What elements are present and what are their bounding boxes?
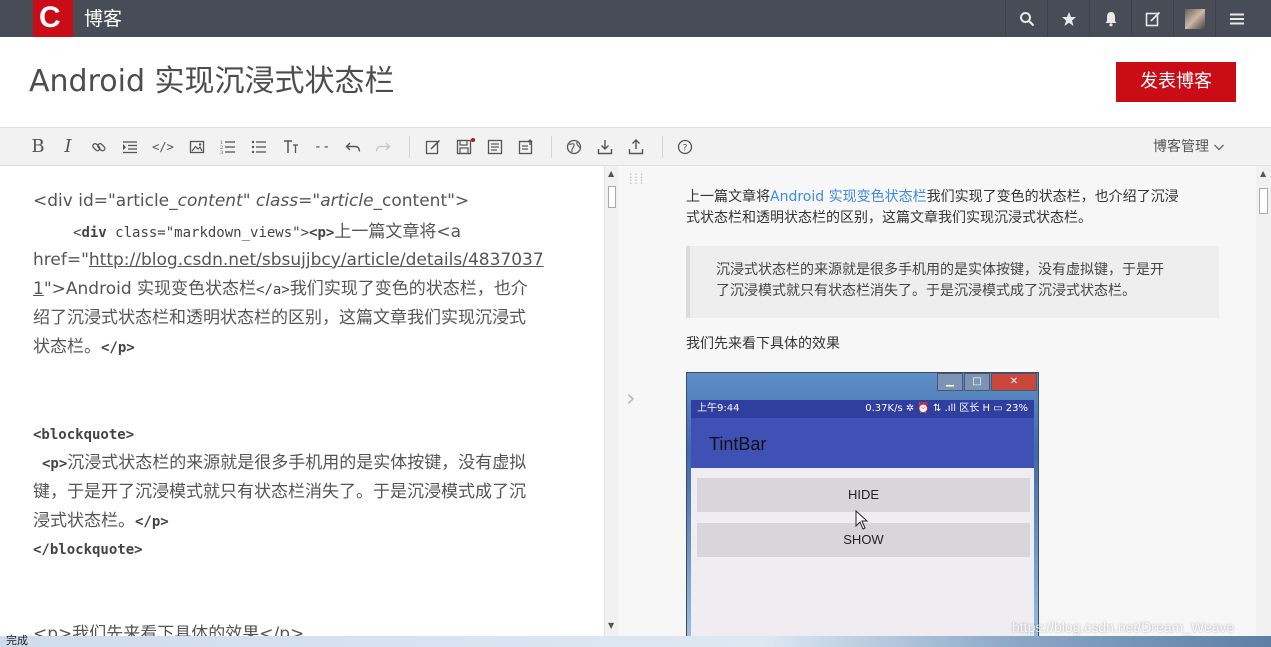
menu-icon[interactable] xyxy=(1215,0,1257,37)
save-icon[interactable] xyxy=(453,136,475,158)
help-glyph: ? xyxy=(683,144,688,154)
blog-manage-dropdown[interactable]: 博客管理 xyxy=(1153,137,1225,157)
editor-toolbar: B I </> 123 -- ? 博客管理 xyxy=(0,127,1271,166)
top-icon-group xyxy=(1005,0,1257,37)
download-icon[interactable] xyxy=(594,136,616,158)
scroll-up-icon[interactable]: ▲ xyxy=(1260,170,1266,178)
indent-icon[interactable] xyxy=(119,136,141,158)
editor-line: <div class="markdown_views"><p>上一篇文章将<a xyxy=(73,222,461,242)
edit-icon[interactable] xyxy=(1131,0,1173,37)
phone-screen: 上午9:44 0.37K/s ✲ ⏰ ⇅ .ıll 区长 H ▭ 23% Tin… xyxy=(691,400,1034,636)
editor-line: 状态栏。</p> xyxy=(33,337,135,357)
search-icon[interactable] xyxy=(1005,0,1047,37)
undo-icon[interactable] xyxy=(342,136,364,158)
chevron-right-icon[interactable]: › xyxy=(626,386,636,410)
svg-text:3: 3 xyxy=(220,150,223,155)
scroll-up-icon[interactable]: ▲ xyxy=(608,170,614,178)
preview-pane: 上一篇文章将Android 实现变色状态栏我们实现了变色的状态栏，也介绍了沉浸 … xyxy=(650,166,1256,636)
unsaved-dot xyxy=(471,138,475,142)
preview-paragraph: 上一篇文章将Android 实现变色状态栏我们实现了变色的状态栏，也介绍了沉浸 … xyxy=(686,189,1179,226)
markdown-editor[interactable]: <div id="article_content" class="article… xyxy=(0,166,604,636)
code-button[interactable]: </> xyxy=(152,136,174,158)
star-icon[interactable] xyxy=(1047,0,1089,37)
phone-app-title: TintBar xyxy=(709,434,767,454)
mouse-cursor-icon xyxy=(855,510,869,530)
scrollbar-thumb[interactable] xyxy=(1259,188,1268,214)
browser-status-bar: 完成 xyxy=(0,634,1271,647)
status-text: 完成 xyxy=(6,634,28,647)
blog-manage-label: 博客管理 xyxy=(1153,139,1209,155)
preview-paragraph: 我们先来看下具体的效果 xyxy=(686,336,840,352)
pane-splitter[interactable]: :::::: › xyxy=(618,166,650,636)
editor-line: <div id="article_content" class="article… xyxy=(33,191,470,211)
editor-line: 键，于是开了沉浸模式就只有状态栏消失了。于是沉浸模式成了沉 xyxy=(33,482,526,502)
logo-letter: C xyxy=(39,1,61,34)
chevron-down-icon xyxy=(1214,144,1225,151)
ordered-list-icon[interactable]: 123 xyxy=(217,136,239,158)
editor-scrollbar[interactable]: ▲ ▼ xyxy=(604,166,618,636)
user-avatar[interactable] xyxy=(1173,0,1215,37)
draft-icon[interactable] xyxy=(422,136,444,158)
import-icon[interactable] xyxy=(515,136,537,158)
article-title-input[interactable]: Android 实现沉浸式状态栏 xyxy=(29,64,395,100)
preview-scrollbar[interactable]: ▲ xyxy=(1256,166,1271,636)
scrollbar-thumb[interactable] xyxy=(608,186,616,208)
scroll-down-icon[interactable]: ▼ xyxy=(608,622,614,630)
upload-icon[interactable] xyxy=(625,136,647,158)
watermark: https://blog.csdn.net/Dream_Weave xyxy=(1012,619,1235,635)
editor-line: 绍了沉浸式状态栏和透明状态栏的区别，这篇文章我们实现沉浸式 xyxy=(33,308,526,328)
web-icon[interactable] xyxy=(563,136,585,158)
help-icon[interactable]: ? xyxy=(674,136,696,158)
redo-icon[interactable] xyxy=(372,136,394,158)
hr-button[interactable]: -- xyxy=(311,136,333,158)
editor-line: 浸式状态栏。</p> xyxy=(33,511,169,531)
toolbar-divider xyxy=(662,136,663,158)
csdn-logo[interactable]: C xyxy=(33,0,73,37)
heading-icon[interactable] xyxy=(280,136,302,158)
toolbar-divider xyxy=(409,136,410,158)
phone-screenshot-image: ▁ □ ✕ 上午9:44 0.37K/s ✲ ⏰ ⇅ .ıll 区长 H ▭ 2… xyxy=(686,372,1039,636)
summary-icon[interactable] xyxy=(484,136,506,158)
editor-line: </blockquote> xyxy=(33,542,143,558)
toolbar-divider xyxy=(551,136,552,158)
phone-hide-button: HIDE xyxy=(697,478,1030,512)
publish-blog-button[interactable]: 发表博客 xyxy=(1116,62,1236,102)
unordered-list-icon[interactable] xyxy=(248,136,270,158)
phone-time: 上午9:44 xyxy=(697,403,740,414)
close-icon: ✕ xyxy=(991,373,1037,391)
avatar xyxy=(1184,8,1205,29)
editor-line: <blockquote> xyxy=(33,427,135,443)
link-icon[interactable] xyxy=(88,136,110,158)
phone-status-icons: 0.37K/s ✲ ⏰ ⇅ .ıll 区长 H ▭ 23% xyxy=(865,403,1028,414)
image-icon[interactable] xyxy=(186,136,208,158)
preview-blockquote: 沉浸式状态栏的来源就是很多手机用的是实体按键，没有虚拟键，于是开 了沉浸模式就只有… xyxy=(686,246,1219,318)
phone-app-bar: TintBar xyxy=(691,418,1034,468)
minimize-icon: ▁ xyxy=(937,373,963,391)
drag-grip-icon[interactable]: :::::: xyxy=(628,172,644,187)
editor-line: href="http://blog.csdn.net/sbsujjbcy/art… xyxy=(33,250,544,270)
italic-button[interactable]: I xyxy=(57,136,79,158)
editor-line: 1">Android 实现变色状态栏</a>我们实现了变色的状态栏，也介 xyxy=(33,279,528,299)
preview-link[interactable]: Android 实现变色状态栏 xyxy=(770,189,927,205)
bell-icon[interactable] xyxy=(1089,0,1131,37)
editor-line: <p>我们先来看下具体的效果</p> xyxy=(33,624,305,636)
top-nav-bar: C 博客 xyxy=(0,0,1271,37)
brand-label[interactable]: 博客 xyxy=(84,7,122,31)
bold-button[interactable]: B xyxy=(27,136,49,158)
editor-line: <p>沉浸式状态栏的来源就是很多手机用的是实体按键，没有虚拟 xyxy=(42,453,527,473)
phone-status-bar: 上午9:44 0.37K/s ✲ ⏰ ⇅ .ıll 区长 H ▭ 23% xyxy=(691,400,1034,418)
maximize-icon: □ xyxy=(964,373,990,391)
